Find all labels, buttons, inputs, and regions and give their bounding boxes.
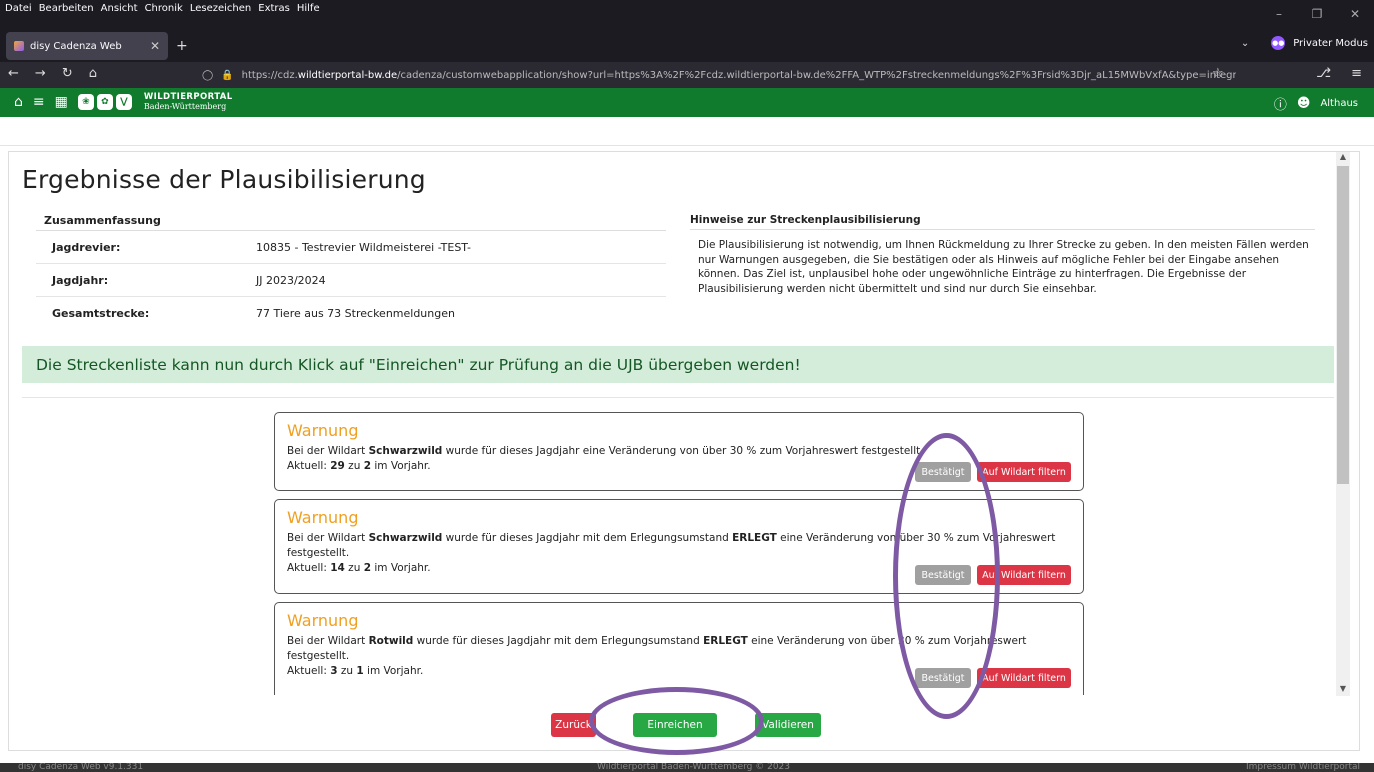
menu-chronik[interactable]: Chronik [145, 3, 183, 14]
confirm-button[interactable]: Bestätigt [915, 565, 971, 585]
divider [22, 397, 1334, 398]
footer: disy Cadenza Web v9.1.331 Wildtierportal… [0, 763, 1374, 772]
summary-table: Zusammenfassung Jagdrevier: 10835 - Test… [36, 214, 666, 330]
filter-species-button[interactable]: Auf Wildart filtern [977, 668, 1071, 688]
warning-actions: Bestätigt Auf Wildart filtern [915, 565, 1071, 585]
warning-card: Warnung Bei der Wildart Schwarzwild wurd… [274, 412, 1084, 491]
menu-ansicht[interactable]: Ansicht [101, 3, 138, 14]
lock-icon[interactable]: 🔒 [221, 70, 233, 81]
minimize-icon[interactable]: – [1260, 0, 1298, 28]
browser-tab[interactable]: disy Cadenza Web ✕ [6, 32, 168, 60]
back-arrow-icon[interactable]: ← [8, 66, 19, 81]
brand-title: WILDTIERPORTAL [143, 92, 233, 102]
filter-species-button[interactable]: Auf Wildart filtern [977, 565, 1071, 585]
submit-button[interactable]: Einreichen [633, 713, 717, 737]
menu-bearbeiten[interactable]: Bearbeiten [39, 3, 94, 14]
brand-subtitle: Baden-Württemberg [143, 102, 227, 111]
warning-title: Warnung [287, 508, 359, 527]
window-controls: – ❐ ✕ [1260, 0, 1374, 28]
warning-actions: Bestätigt Auf Wildart filtern [915, 462, 1071, 482]
summary-label: Jagdrevier: [52, 240, 121, 254]
footer-version: disy Cadenza Web v9.1.331 [18, 763, 144, 772]
logo[interactable]: ❀ ✿ ⋁ [77, 94, 132, 110]
summary-value: 77 Tiere aus 73 Streckenmeldungen [256, 307, 455, 320]
hamburger-menu-icon[interactable]: ≡ [1351, 66, 1362, 81]
menu-hilfe[interactable]: Hilfe [297, 3, 320, 14]
logo-fox-icon: ❀ [77, 94, 94, 110]
shield-icon[interactable]: ◯ [202, 70, 213, 81]
os-menu-list: Datei Bearbeiten Ansicht Chronik Lesezei… [5, 3, 320, 14]
hints-text: Die Plausibilisierung ist notwendig, um … [698, 239, 1309, 295]
forward-arrow-icon[interactable]: → [35, 66, 46, 81]
back-button[interactable]: Zurück [551, 713, 596, 737]
logo-bird-icon: ⋁ [115, 94, 132, 110]
private-mask-icon: ●● [1271, 36, 1286, 50]
footer-copyright: Wildtierportal Baden-Württemberg © 2023 [597, 763, 791, 772]
warning-card: Warnung Bei der Wildart Schwarzwild wurd… [274, 499, 1084, 594]
extensions-icon[interactable]: ⎇ [1316, 66, 1331, 81]
validate-button[interactable]: Validieren [755, 713, 821, 737]
summary-label: Gesamtstrecke: [52, 307, 150, 320]
app-header-right: ⓘ ☻ Althaus [1274, 94, 1358, 113]
app-header: ⌂ ≡ ▦ ❀ ✿ ⋁ WILDTIERPORTAL Baden-Württem… [0, 88, 1374, 117]
menu-lesezeichen[interactable]: Lesezeichen [190, 3, 251, 14]
warning-title: Warnung [287, 611, 359, 630]
help-icon[interactable]: ⓘ [1274, 94, 1287, 113]
scroll-up-icon[interactable]: ▲ [1336, 152, 1350, 164]
map-icon[interactable]: ▦ [55, 94, 68, 110]
tab-title: disy Cadenza Web [30, 40, 122, 52]
warnings-list[interactable]: Warnung Bei der Wildart Schwarzwild wurd… [274, 412, 1086, 695]
summary-value: 10835 - Testrevier Wildmeisterei -TEST- [256, 240, 471, 254]
page-title: Ergebnisse der Plausibilisierung [22, 165, 426, 194]
private-mode-label: Privater Modus [1293, 37, 1368, 49]
warning-title: Warnung [287, 421, 359, 440]
tab-bar: disy Cadenza Web ✕ + ⌄ ●● Privater Modus [0, 30, 1374, 62]
close-window-icon[interactable]: ✕ [1336, 0, 1374, 28]
warning-actions: Bestätigt Auf Wildart filtern [915, 668, 1071, 688]
new-tab-icon[interactable]: + [176, 38, 188, 54]
app-header-left: ⌂ ≡ ▦ ❀ ✿ ⋁ WILDTIERPORTAL Baden-Württem… [14, 92, 233, 112]
private-mode-indicator: ⌄ ●● Privater Modus [1241, 36, 1368, 50]
brand[interactable]: WILDTIERPORTAL Baden-Württemberg [144, 92, 233, 112]
scrollbar-thumb[interactable] [1337, 166, 1349, 484]
summary-row: Jagdjahr: JJ 2023/2024 [36, 264, 666, 297]
form-actions: Zurück Einreichen Validieren [551, 713, 821, 737]
home-icon[interactable]: ⌂ [89, 66, 97, 81]
summary-row: Jagdrevier: 10835 - Testrevier Wildmeist… [36, 231, 666, 264]
scrollbar[interactable]: ▲ ▼ [1336, 152, 1350, 696]
hints-section: Hinweise zur Streckenplausibilisierung D… [690, 214, 1315, 296]
toolbar-right: ⎇ ≡ [1316, 66, 1362, 81]
summary-label: Jagdjahr: [52, 273, 109, 287]
favicon-icon [14, 41, 24, 51]
nav-buttons: ← → ↻ ⌂ [8, 66, 97, 81]
footer-impressum-link[interactable]: Impressum Wildtierportal [1246, 763, 1360, 772]
close-tab-icon[interactable]: ✕ [150, 39, 160, 53]
logo-paw-icon: ✿ [96, 94, 113, 110]
tab-list-chevron-icon[interactable]: ⌄ [1241, 38, 1249, 49]
success-alert: Die Streckenliste kann nun durch Klick a… [22, 346, 1334, 383]
filter-species-button[interactable]: Auf Wildart filtern [977, 462, 1071, 482]
summary-row: Gesamtstrecke: 77 Tiere aus 73 Streckenm… [36, 297, 666, 330]
confirm-button[interactable]: Bestätigt [915, 462, 971, 482]
url-bar[interactable]: ◯ 🔒 https://cdz.wildtierportal-bw.de/cad… [196, 64, 1236, 86]
os-menu-bar: Datei Bearbeiten Ansicht Chronik Lesezei… [0, 0, 1374, 30]
user-icon[interactable]: ☻ [1297, 96, 1311, 111]
confirm-button[interactable]: Bestätigt [915, 668, 971, 688]
warning-card: Warnung Bei der Wildart Rotwild wurde fü… [274, 602, 1084, 695]
bookmark-star-icon[interactable]: ☆ [1212, 66, 1224, 81]
summary-value: JJ 2023/2024 [256, 273, 326, 287]
url-text[interactable]: https://cdz.wildtierportal-bw.de/cadenza… [242, 70, 1236, 81]
menu-extras[interactable]: Extras [258, 3, 290, 14]
scroll-down-icon[interactable]: ▼ [1336, 684, 1350, 696]
restore-icon[interactable]: ❐ [1298, 0, 1336, 28]
menu-datei[interactable]: Datei [5, 3, 32, 14]
hints-heading: Hinweise zur Streckenplausibilisierung [690, 214, 1315, 230]
reload-icon[interactable]: ↻ [62, 66, 73, 81]
user-name[interactable]: Althaus [1320, 98, 1358, 109]
navigation-bar: ← → ↻ ⌂ ◯ 🔒 https://cdz.wildtierportal-b… [0, 62, 1374, 88]
menu-icon[interactable]: ≡ [33, 94, 45, 110]
house-icon[interactable]: ⌂ [14, 94, 23, 110]
divider [0, 145, 1374, 146]
summary-heading: Zusammenfassung [36, 214, 666, 231]
